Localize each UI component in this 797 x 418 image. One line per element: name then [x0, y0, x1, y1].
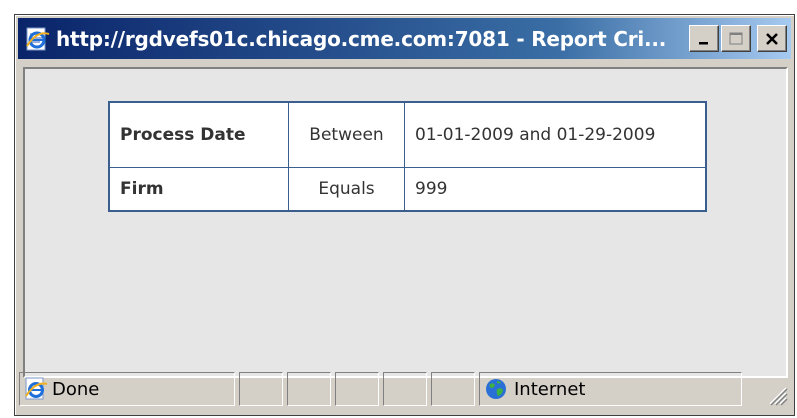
status-panel: [431, 372, 475, 406]
window-title: http://rgdvefs01c.chicago.cme.com:7081 -…: [56, 26, 667, 51]
table-row: Process Date Between 01-01-2009 and 01-2…: [108, 101, 707, 168]
ie-page-icon: [26, 27, 50, 50]
resize-grip-icon[interactable]: [764, 382, 788, 406]
status-panel: [239, 372, 283, 406]
globe-icon: [486, 379, 506, 399]
report-criteria-table: Process Date Between 01-01-2009 and 01-2…: [108, 101, 707, 212]
status-panel: [335, 372, 379, 406]
criteria-value: 01-01-2009 and 01-29-2009: [404, 101, 707, 168]
criteria-name: Process Date: [108, 101, 289, 168]
minimize-button[interactable]: [689, 25, 719, 52]
status-bar: Done Internet: [19, 372, 790, 410]
status-panel: [383, 372, 427, 406]
zone-text: Internet: [514, 378, 586, 400]
status-panel: [287, 372, 331, 406]
close-icon: [766, 32, 778, 45]
status-panel: Done: [19, 372, 235, 406]
title-bar[interactable]: http://rgdvefs01c.chicago.cme.com:7081 -…: [18, 18, 791, 59]
popup-window: http://rgdvefs01c.chicago.cme.com:7081 -…: [14, 14, 795, 416]
criteria-name: Firm: [108, 167, 289, 212]
criteria-operator: Between: [288, 101, 405, 168]
close-button[interactable]: [757, 25, 787, 52]
criteria-operator: Equals: [288, 167, 405, 212]
window-controls: [689, 25, 787, 52]
security-zone-panel[interactable]: Internet: [479, 372, 742, 406]
maximize-icon: [729, 32, 743, 44]
table-row: Firm Equals 999: [108, 167, 707, 212]
maximize-button[interactable]: [721, 25, 751, 52]
status-text: Done: [52, 378, 100, 400]
ie-page-icon: [25, 377, 48, 400]
minimize-icon: [699, 41, 708, 44]
page-content: Process Date Between 01-01-2009 and 01-2…: [23, 67, 788, 378]
criteria-value: 999: [404, 167, 707, 212]
